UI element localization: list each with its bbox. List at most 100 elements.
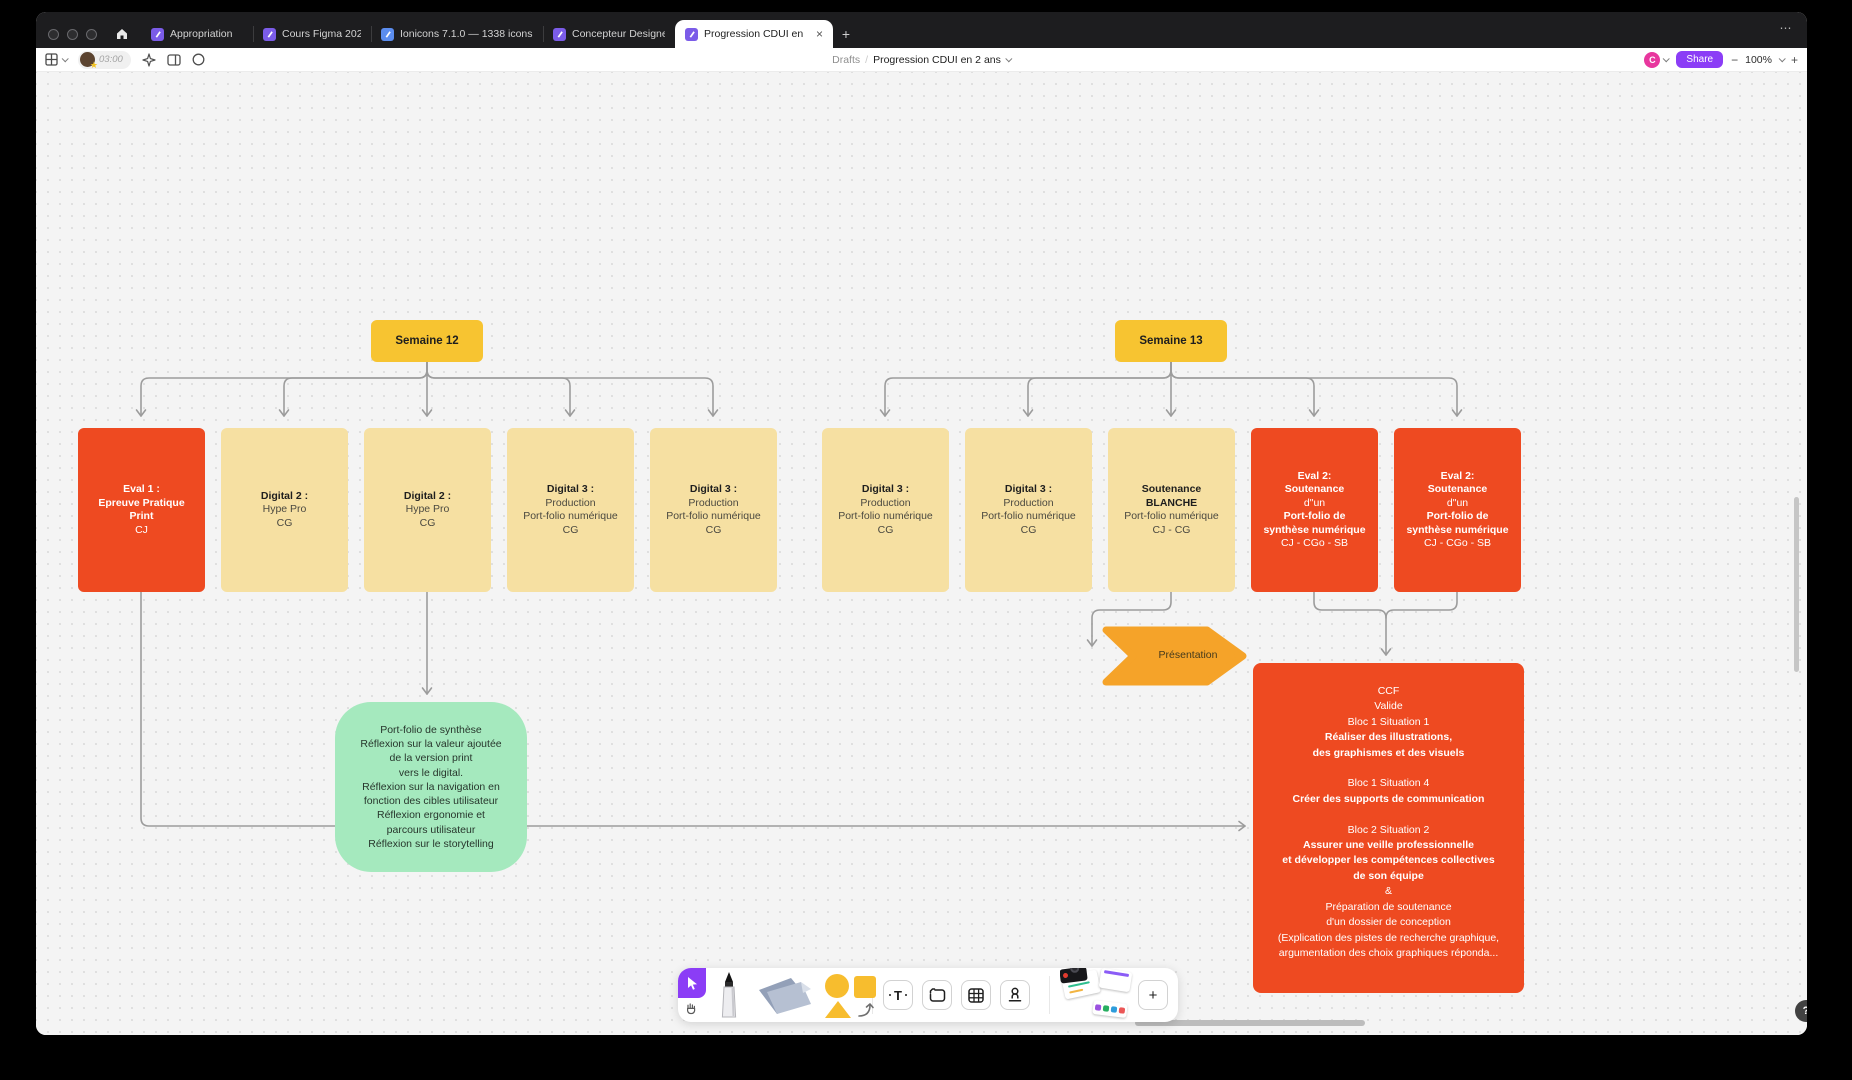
text-tool[interactable]: T bbox=[883, 980, 913, 1010]
browser-tab-strip: Appropriation Cours Figma 2023 Ionicons 7.… bbox=[36, 12, 1807, 48]
diagram-card[interactable]: Digital 3 :ProductionPort-folio numériqu… bbox=[507, 428, 634, 592]
sticky-paper-tool[interactable] bbox=[750, 974, 822, 1016]
text-line: des graphismes et des visuels bbox=[1313, 746, 1465, 761]
zoom-level[interactable]: 100% bbox=[1745, 54, 1772, 66]
stamp-tool[interactable] bbox=[1000, 980, 1030, 1010]
text-line: Production bbox=[1003, 497, 1053, 511]
close-tab-icon[interactable]: × bbox=[816, 28, 823, 40]
green-note[interactable]: Port-folio de synthèseRéflexion sur la v… bbox=[335, 702, 527, 872]
text-line: CJ - CGo - SB bbox=[1424, 537, 1491, 551]
text-line: CCF bbox=[1378, 684, 1400, 699]
page-title[interactable]: Progression CDUI en 2 ans bbox=[873, 54, 1001, 66]
browser-tab[interactable]: Appropriation bbox=[141, 20, 253, 48]
browser-tab-active[interactable]: Progression CDUI en 2 ans× bbox=[675, 20, 833, 48]
week-13-label[interactable]: Semaine 13 bbox=[1115, 320, 1227, 362]
breadcrumb: Drafts / Progression CDUI en 2 ans bbox=[832, 54, 1011, 66]
tab-title: Concepteur Designer UI bbox=[572, 28, 665, 40]
text-line: Digital 3 : bbox=[862, 483, 909, 497]
week-12-label[interactable]: Semaine 12 bbox=[371, 320, 483, 362]
text-tool-icon: T bbox=[894, 988, 902, 1003]
text-line: synthèse numérique bbox=[1406, 524, 1508, 538]
text-line: Port-folio numérique bbox=[981, 510, 1076, 524]
diagram-card[interactable]: SoutenanceBLANCHEPort-folio numériqueCJ … bbox=[1108, 428, 1235, 592]
diagram-card[interactable]: Digital 3 :ProductionPort-folio numériqu… bbox=[965, 428, 1092, 592]
section-tool[interactable] bbox=[922, 980, 952, 1010]
table-tool[interactable] bbox=[961, 980, 991, 1010]
text-line: de son équipe bbox=[1353, 869, 1424, 884]
new-tab-button[interactable]: + bbox=[833, 20, 859, 48]
maximize-window-icon[interactable] bbox=[86, 29, 97, 40]
template-chips-thumbnail bbox=[1092, 1000, 1127, 1018]
text-line: Production bbox=[860, 497, 910, 511]
diagram-card[interactable]: Digital 3 :ProductionPort-folio numériqu… bbox=[650, 428, 777, 592]
account-menu[interactable]: C bbox=[1644, 52, 1668, 68]
share-button[interactable]: Share bbox=[1676, 51, 1723, 68]
diagram-card[interactable]: Digital 3 :ProductionPort-folio numériqu… bbox=[822, 428, 949, 592]
text-line: CJ bbox=[135, 524, 148, 538]
text-line: Eval 2: bbox=[1298, 470, 1332, 484]
browser-tab[interactable]: Concepteur Designer UI bbox=[543, 20, 675, 48]
text-line: Print bbox=[130, 510, 154, 524]
breadcrumb-root[interactable]: Drafts bbox=[832, 54, 860, 66]
text-line bbox=[1387, 807, 1390, 822]
close-window-icon[interactable] bbox=[48, 29, 59, 40]
diagram-card[interactable]: Eval 2:Soutenanced"unPort-folio desynthè… bbox=[1394, 428, 1521, 592]
diagram-card[interactable]: Digital 2 :Hype ProCG bbox=[221, 428, 348, 592]
text-line: (Explication des pistes de recherche gra… bbox=[1278, 931, 1499, 946]
text-line: Digital 2 : bbox=[261, 490, 308, 504]
diagram-card[interactable]: Digital 2 :Hype ProCG bbox=[364, 428, 491, 592]
text-line: CJ - CGo - SB bbox=[1281, 537, 1348, 551]
chevron-down-icon[interactable] bbox=[1006, 55, 1013, 62]
browser-tab[interactable]: Ionicons 7.1.0 — 1338 icons pack (C bbox=[371, 20, 543, 48]
table-icon bbox=[968, 988, 984, 1003]
main-menu-button[interactable] bbox=[45, 53, 67, 66]
select-tool[interactable] bbox=[678, 968, 708, 1022]
comment-icon[interactable] bbox=[192, 53, 205, 66]
toolbar-divider bbox=[1049, 976, 1050, 1014]
ccf-box[interactable]: CCFValideBloc 1 Situation 1Réaliser des … bbox=[1253, 663, 1524, 993]
text-line: CG bbox=[420, 517, 436, 531]
layout-grid-icon[interactable] bbox=[167, 54, 181, 66]
browser-window: Appropriation Cours Figma 2023 Ionicons 7.… bbox=[36, 12, 1807, 1035]
text-line: Valide bbox=[1374, 699, 1402, 714]
sparkle-icon[interactable] bbox=[142, 53, 156, 67]
timer-widget[interactable]: ★ 03:00 bbox=[78, 51, 131, 69]
hand-tool-icon[interactable] bbox=[684, 1001, 699, 1016]
text-line: Port-folio numérique bbox=[1124, 510, 1219, 524]
zoom-in-button[interactable]: + bbox=[1791, 53, 1798, 67]
text-line: Digital 3 : bbox=[547, 483, 594, 497]
star-icon: ★ bbox=[90, 61, 98, 70]
add-tool-button[interactable]: + bbox=[1138, 980, 1168, 1010]
text-line: Port-folio numérique bbox=[666, 510, 761, 524]
text-line: & bbox=[1385, 884, 1392, 899]
templates-tool[interactable] bbox=[1060, 968, 1136, 1022]
template-thumbnail bbox=[1099, 968, 1133, 992]
marker-tool[interactable] bbox=[708, 971, 750, 1019]
browser-tab[interactable]: Cours Figma 2023 bbox=[253, 20, 371, 48]
text-line: Réaliser des illustrations, bbox=[1325, 730, 1452, 745]
text-line: synthèse numérique bbox=[1263, 524, 1365, 538]
presentation-label: Présentation bbox=[1138, 649, 1238, 661]
text-line: argumentation des choix graphiques répon… bbox=[1279, 946, 1498, 961]
diagram-card[interactable]: Eval 2:Soutenanced"unPort-folio desynthè… bbox=[1251, 428, 1378, 592]
text-line: Epreuve Pratique bbox=[98, 497, 184, 511]
text-line: Eval 2: bbox=[1441, 470, 1475, 484]
home-button[interactable] bbox=[109, 20, 135, 48]
diagram-card[interactable]: Eval 1 :Epreuve PratiquePrintCJ bbox=[78, 428, 205, 592]
vertical-scrollbar[interactable] bbox=[1794, 497, 1799, 672]
text-line: Port-folio de bbox=[1427, 510, 1489, 524]
chevron-down-icon bbox=[1663, 55, 1670, 62]
text-line: Eval 1 : bbox=[123, 483, 160, 497]
shapes-tool[interactable] bbox=[822, 968, 862, 1022]
tab-title: Cours Figma 2023 bbox=[282, 28, 361, 40]
text-line: CG bbox=[1021, 524, 1037, 538]
text-line: Port-folio numérique bbox=[838, 510, 933, 524]
minimize-window-icon[interactable] bbox=[67, 29, 78, 40]
text-line: Production bbox=[545, 497, 595, 511]
text-line: BLANCHE bbox=[1146, 497, 1197, 511]
figjam-canvas[interactable]: Semaine 12 Semaine 13 Eval 1 :Epreuve Pr… bbox=[36, 72, 1807, 1035]
chevron-down-icon[interactable] bbox=[1779, 55, 1786, 62]
zoom-out-button[interactable]: − bbox=[1731, 53, 1738, 67]
figjam-toolbar: T bbox=[678, 968, 1178, 1022]
browser-overflow-menu[interactable]: ⋯ bbox=[1780, 21, 1808, 39]
